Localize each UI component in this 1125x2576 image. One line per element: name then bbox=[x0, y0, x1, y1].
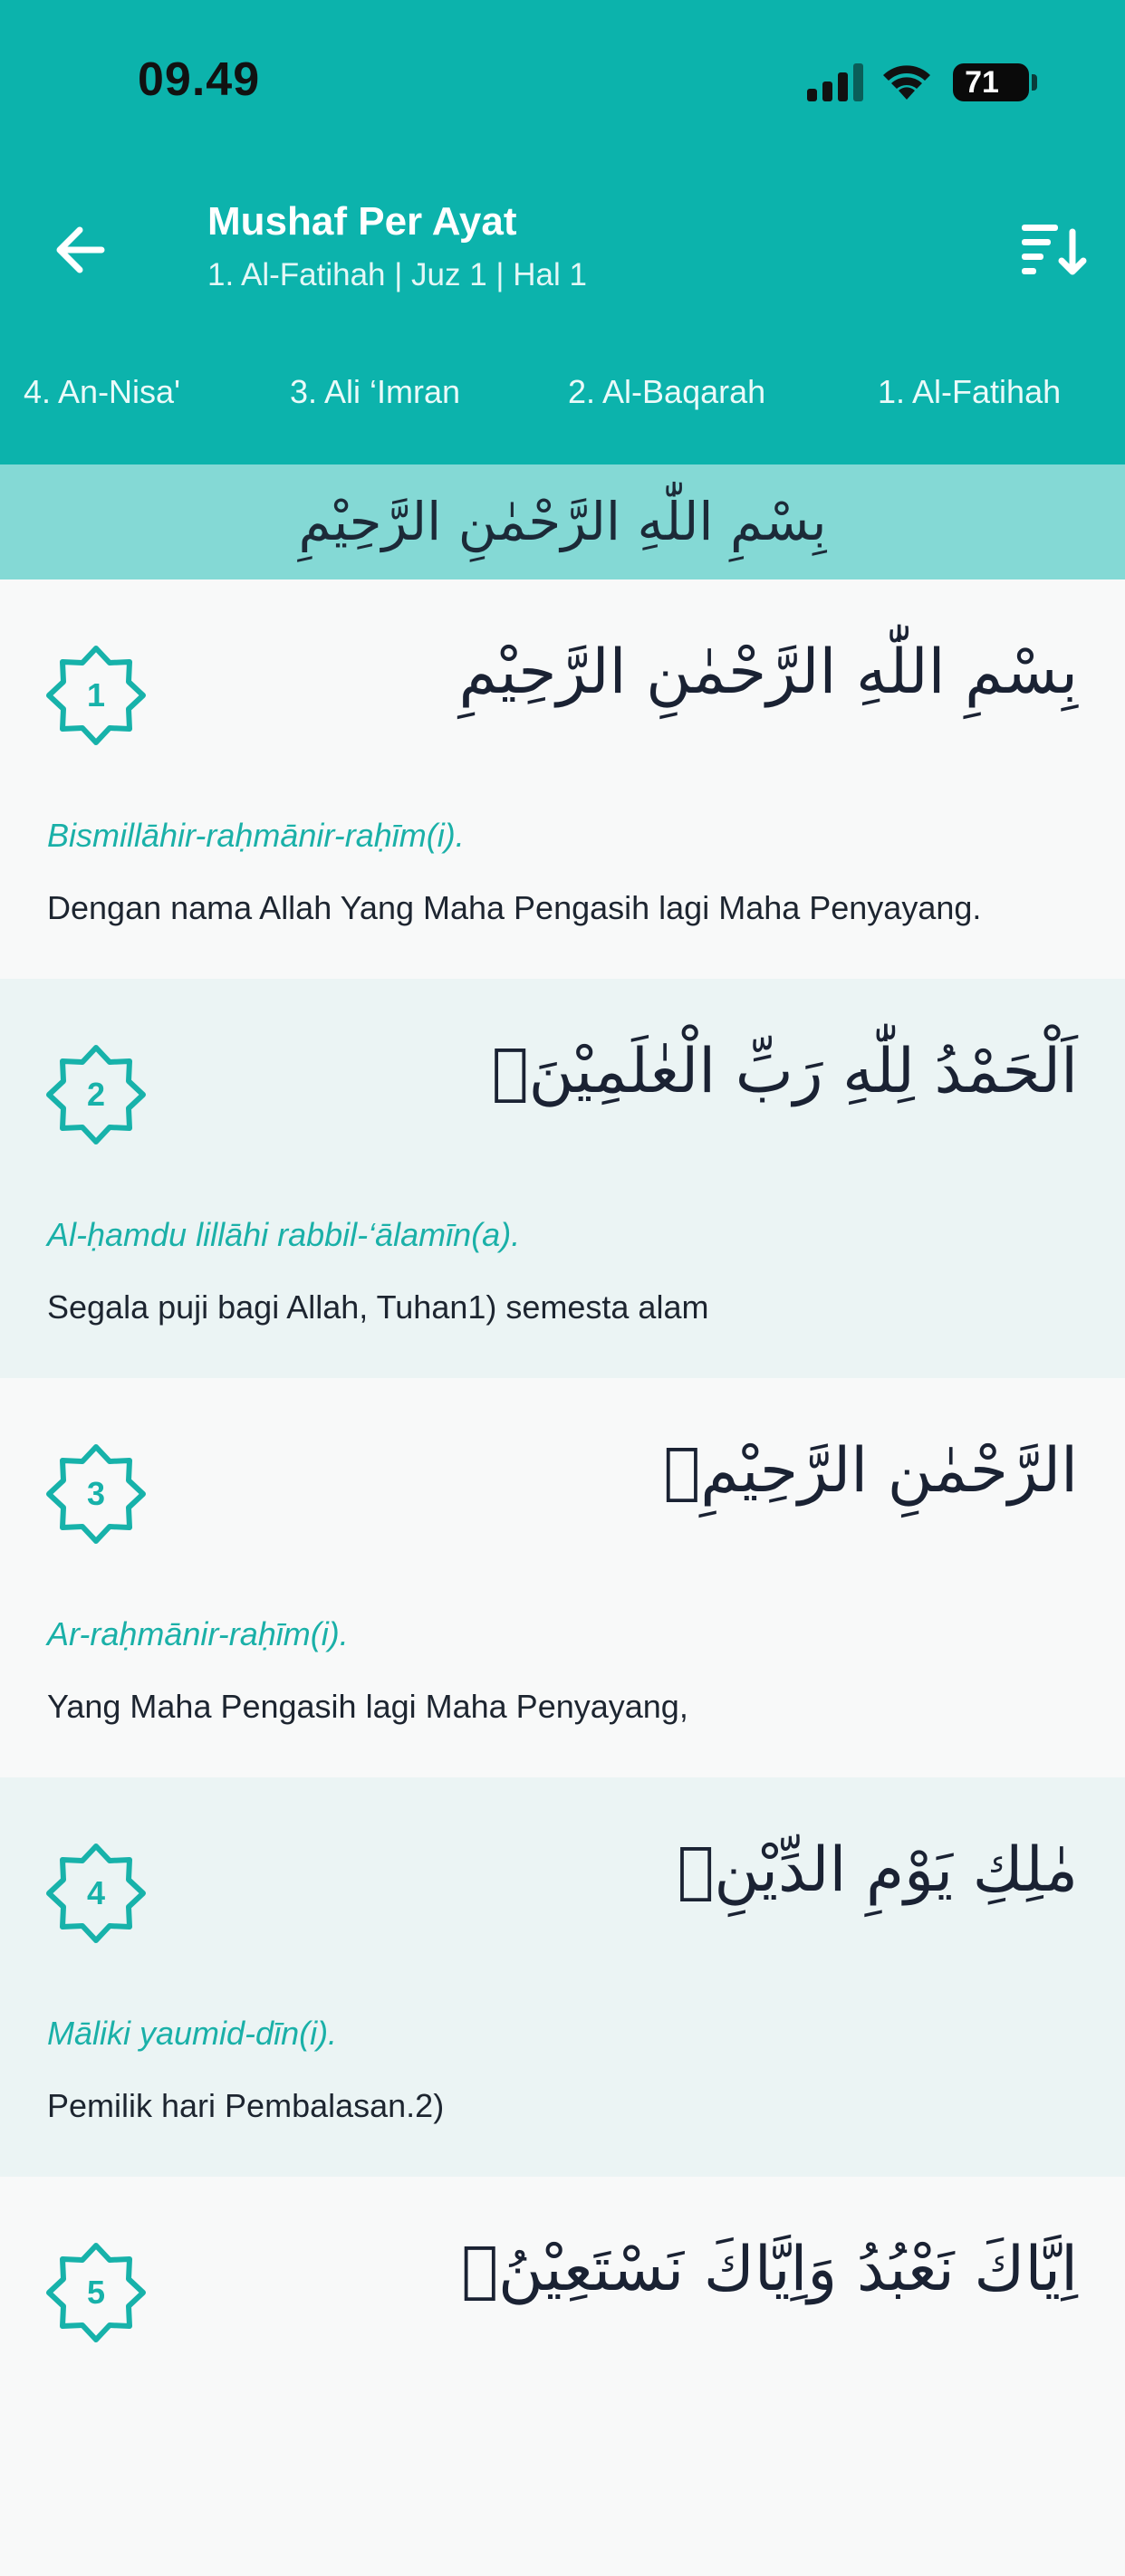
tab-ali-imran[interactable]: 3. Ali ‘Imran bbox=[290, 373, 460, 411]
arrow-left-icon[interactable] bbox=[47, 214, 120, 286]
page-title: Mushaf Per Ayat bbox=[207, 199, 517, 244]
wifi-icon bbox=[883, 65, 930, 100]
app-header: 09.49 71 Mushaf Per Ayat 1. Al-Fatihah |… bbox=[0, 0, 1125, 464]
battery-icon: 71 bbox=[953, 63, 1029, 101]
ayah-translation: Yang Maha Pengasih lagi Maha Penyayang, bbox=[47, 1688, 688, 1725]
ayah-item[interactable]: 2 اَلْحَمْدُ لِلّٰهِ رَبِّ الْعٰلَمِيْنَ… bbox=[0, 979, 1125, 1378]
ayah-arabic: اِيَّاكَ نَعْبُدُ وَاِيَّاكَ نَسْتَعِيْن… bbox=[461, 2234, 1078, 2305]
ayah-latin: Māliki yaumid-dīn(i). bbox=[47, 2015, 338, 2052]
ayah-translation: Dengan nama Allah Yang Maha Pengasih lag… bbox=[47, 889, 982, 926]
bismillah-calligraphy: بِسْمِ اللّٰهِ الرَّحْمٰنِ الرَّحِيْمِ bbox=[298, 491, 827, 552]
ayah-number: 5 bbox=[86, 2274, 106, 2311]
ayah-arabic: بِسْمِ اللّٰهِ الرَّحْمٰنِ الرَّحِيْمِ bbox=[458, 637, 1078, 708]
ayah-item[interactable]: 5 اِيَّاكَ نَعْبُدُ وَاِيَّاكَ نَسْتَعِي… bbox=[0, 2177, 1125, 2576]
tab-al-baqarah[interactable]: 2. Al-Baqarah bbox=[568, 373, 765, 411]
bismillah-banner: بِسْمِ اللّٰهِ الرَّحْمٰنِ الرَّحِيْمِ bbox=[0, 464, 1125, 579]
ayah-latin: Al-ḥamdu lillāhi rabbil-‘ālamīn(a). bbox=[47, 1216, 521, 1253]
sort-descending-icon[interactable] bbox=[1018, 217, 1091, 284]
ayah-translation: Segala puji bagi Allah, Tuhan1) semesta … bbox=[47, 1288, 709, 1326]
ayah-item[interactable]: 3 الرَّحْمٰنِ الرَّحِيْمِۙ Ar-raḥmānir-r… bbox=[0, 1378, 1125, 1777]
ayah-number: 2 bbox=[86, 1076, 106, 1113]
ayah-arabic: مٰلِكِ يَوْمِ الدِّيْنِۗ bbox=[677, 1834, 1078, 1906]
cellular-signal-icon bbox=[807, 63, 863, 101]
battery-level: 71 bbox=[965, 65, 999, 100]
surah-tabs: 4. An-Nisa' 3. Ali ‘Imran 2. Al-Baqarah … bbox=[0, 360, 1125, 433]
ayah-number: 3 bbox=[86, 1475, 106, 1512]
battery-cap bbox=[1032, 74, 1037, 91]
tab-an-nisa[interactable]: 4. An-Nisa' bbox=[24, 373, 180, 411]
ayah-number: 4 bbox=[86, 1874, 106, 1911]
status-time: 09.49 bbox=[138, 53, 261, 106]
ayah-arabic: الرَّحْمٰنِ الرَّحِيْمِۙ bbox=[663, 1435, 1078, 1507]
ayah-number: 1 bbox=[86, 676, 106, 713]
ayah-translation: Pemilik hari Pembalasan.2) bbox=[47, 2087, 445, 2124]
page-subtitle: 1. Al-Fatihah | Juz 1 | Hal 1 bbox=[207, 257, 587, 292]
ayah-item[interactable]: 1 بِسْمِ اللّٰهِ الرَّحْمٰنِ الرَّحِيْمِ… bbox=[0, 579, 1125, 979]
tab-al-fatihah[interactable]: 1. Al-Fatihah bbox=[878, 373, 1061, 411]
ayah-latin: Ar-raḥmānir-raḥīm(i). bbox=[47, 1615, 349, 1652]
ayah-list: 1 بِسْمِ اللّٰهِ الرَّحْمٰنِ الرَّحِيْمِ… bbox=[0, 579, 1125, 2576]
ayah-arabic: اَلْحَمْدُ لِلّٰهِ رَبِّ الْعٰلَمِيْنَۙ bbox=[491, 1036, 1078, 1107]
ayah-item[interactable]: 4 مٰلِكِ يَوْمِ الدِّيْنِۗ Māliki yaumid… bbox=[0, 1777, 1125, 2177]
ayah-latin: Bismillāhir-raḥmānir-raḥīm(i). bbox=[47, 817, 465, 854]
